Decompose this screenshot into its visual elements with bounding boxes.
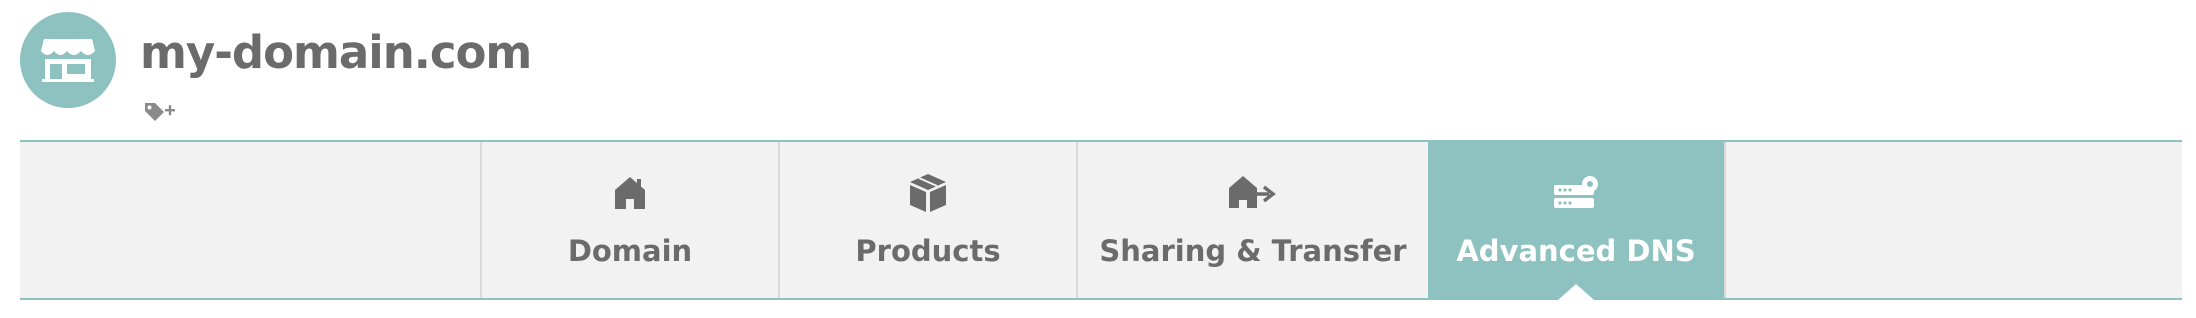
storefront-icon bbox=[41, 39, 95, 82]
active-tab-caret bbox=[1558, 284, 1594, 300]
tab-products[interactable]: Products bbox=[778, 142, 1076, 298]
house-arrow-icon bbox=[1229, 172, 1277, 214]
tab-label: Products bbox=[855, 234, 1001, 268]
tab-domain[interactable]: Domain bbox=[480, 142, 778, 298]
tab-label: Sharing & Transfer bbox=[1099, 234, 1407, 268]
tab-label: Domain bbox=[567, 234, 693, 268]
tab-label: Advanced DNS bbox=[1456, 234, 1696, 268]
add-tag-button[interactable] bbox=[143, 100, 179, 126]
tab-sharing-transfer[interactable]: Sharing & Transfer bbox=[1076, 142, 1428, 298]
page-title: my-domain.com bbox=[140, 26, 532, 79]
add-tag-icon bbox=[145, 103, 175, 121]
house-icon bbox=[613, 172, 647, 214]
avatar bbox=[20, 12, 116, 108]
tab-advanced-dns[interactable]: Advanced DNS bbox=[1428, 142, 1726, 300]
tab-bar: Domain Products Sharing & Transfer Advan… bbox=[20, 140, 2182, 300]
box-icon bbox=[907, 172, 949, 214]
dns-server-gear-icon bbox=[1552, 172, 1600, 214]
